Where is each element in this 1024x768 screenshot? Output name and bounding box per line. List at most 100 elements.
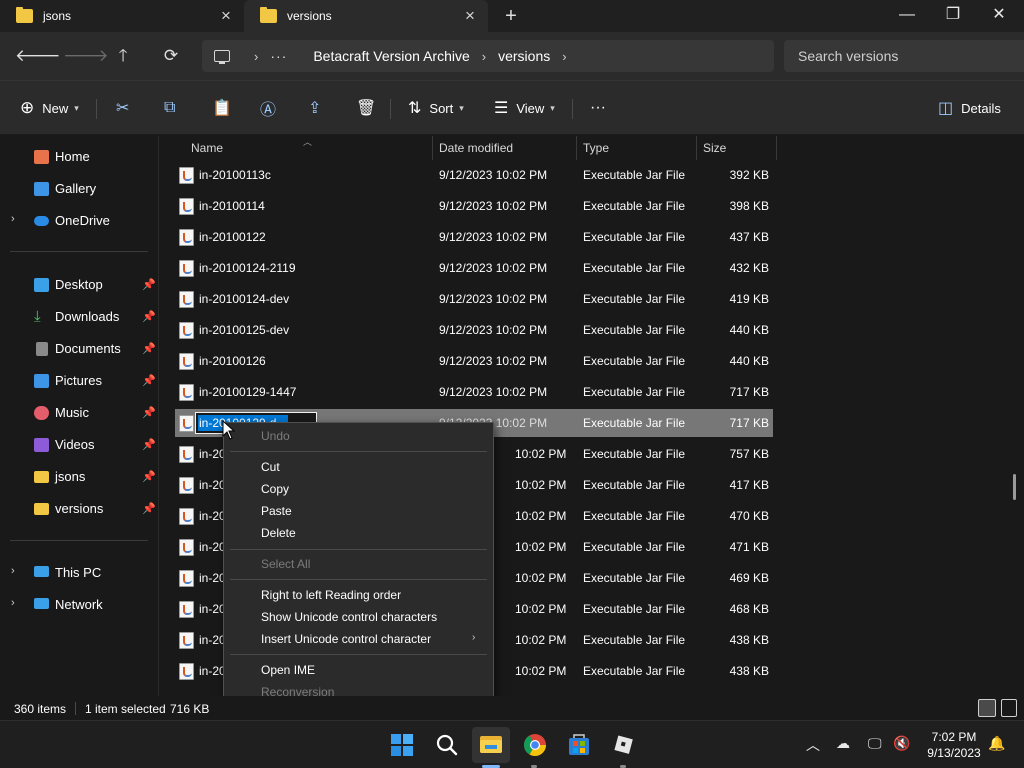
sidebar-item-network[interactable]: › Network <box>0 591 158 619</box>
new-button[interactable]: ⊕ New ▾ <box>20 81 79 135</box>
vertical-scrollbar-thumb[interactable] <box>1013 474 1016 500</box>
forward-button[interactable]: 🡒 <box>63 44 109 68</box>
paste-button[interactable]: 📋 <box>212 81 240 135</box>
cut-button[interactable]: ✂ <box>116 81 137 135</box>
column-header-size[interactable]: Size <box>703 136 726 160</box>
file-row[interactable]: in-20100124-dev 9/12/2023 10:02 PM Execu… <box>175 285 773 313</box>
new-tab-button[interactable]: + <box>500 5 522 27</box>
file-row[interactable]: in-20100129-1447 9/12/2023 10:02 PM Exec… <box>175 378 773 406</box>
onedrive-tray-icon[interactable]: ☁ <box>836 735 850 752</box>
menu-item-show-unicode[interactable]: Show Unicode control characters <box>224 606 493 628</box>
rename-button[interactable]: Ⓐ <box>260 81 284 135</box>
maximize-button[interactable]: ❐ <box>930 0 976 32</box>
file-row[interactable]: in-20100122 9/12/2023 10:02 PM Executabl… <box>175 223 773 251</box>
delete-button[interactable]: 🗑 <box>356 81 384 135</box>
menu-item-rtl-reading-order[interactable]: Right to left Reading order <box>224 584 493 606</box>
roblox-icon[interactable] <box>607 729 639 761</box>
column-header-name[interactable]: Name <box>191 136 223 160</box>
file-name: in-20 <box>199 540 226 554</box>
menu-item-select-all[interactable]: Select All <box>224 553 493 575</box>
sidebar-item-versions[interactable]: versions 📌 <box>0 495 158 523</box>
sidebar-item-this-pc[interactable]: › This PC <box>0 559 158 587</box>
search-icon[interactable] <box>431 729 463 761</box>
selection-count: 1 item selected <box>85 702 166 716</box>
file-row[interactable]: in-20100113c 9/12/2023 10:02 PM Executab… <box>175 161 773 189</box>
sidebar-item-documents[interactable]: Documents 📌 <box>0 335 158 363</box>
file-row[interactable]: in-20100126 9/12/2023 10:02 PM Executabl… <box>175 347 773 375</box>
file-name: in-20 <box>199 478 226 492</box>
menu-item-label: Right to left Reading order <box>261 588 402 602</box>
file-date: 10:02 PM <box>515 447 567 461</box>
microsoft-store-icon[interactable] <box>563 729 595 761</box>
sort-button[interactable]: ⇅ Sort ▾ <box>408 81 464 135</box>
expand-chevron-icon[interactable]: › <box>11 213 15 225</box>
file-size: 717 KB <box>729 385 769 399</box>
sidebar-item-onedrive[interactable]: › OneDrive <box>0 207 158 235</box>
file-explorer-taskbar-button[interactable] <box>472 727 510 763</box>
volume-muted-icon[interactable]: 🔇 <box>893 735 910 752</box>
more-options-button[interactable]: ··· <box>590 81 606 135</box>
close-window-button[interactable]: ✕ <box>976 0 1022 32</box>
menu-item-copy[interactable]: Copy <box>224 478 493 500</box>
search-input[interactable]: Search versions <box>784 40 1024 72</box>
sidebar-item-gallery[interactable]: Gallery <box>0 175 158 203</box>
windows-start-icon[interactable] <box>386 729 418 761</box>
notification-bell-icon[interactable]: 🔔 <box>988 735 1005 752</box>
column-header-date[interactable]: Date modified <box>439 136 513 160</box>
jar-file-icon <box>179 322 194 339</box>
tiles-view-icon[interactable] <box>1001 699 1017 717</box>
address-bar[interactable]: › ··· Betacraft Version Archive › versio… <box>202 40 774 72</box>
file-row[interactable]: in-20100124-2119 9/12/2023 10:02 PM Exec… <box>175 254 773 282</box>
file-row[interactable]: in-20100125-dev 9/12/2023 10:02 PM Execu… <box>175 316 773 344</box>
close-tab-icon[interactable]: × <box>218 7 234 24</box>
tab-versions[interactable]: versions × <box>244 0 488 32</box>
expand-chevron-icon[interactable]: › <box>11 597 15 609</box>
sidebar-item-pictures[interactable]: Pictures 📌 <box>0 367 158 395</box>
jar-file-icon <box>179 446 194 463</box>
copy-button[interactable]: ⧉ <box>164 81 183 135</box>
sidebar-item-home[interactable]: Home <box>0 143 158 171</box>
menu-item-undo[interactable]: Undo <box>224 425 493 447</box>
pin-icon: 📌 <box>142 407 156 419</box>
file-row[interactable]: in-20100114 9/12/2023 10:02 PM Executabl… <box>175 192 773 220</box>
menu-item-cut[interactable]: Cut <box>224 456 493 478</box>
menu-item-open-ime[interactable]: Open IME <box>224 659 493 681</box>
chevron-right-icon[interactable]: › <box>482 49 486 64</box>
tab-jsons[interactable]: jsons × <box>0 0 244 32</box>
sidebar-item-videos[interactable]: Videos 📌 <box>0 431 158 459</box>
details-view-icon[interactable] <box>978 699 996 717</box>
breadcrumb-betacraft[interactable]: Betacraft Version Archive <box>313 48 469 64</box>
chevron-right-icon[interactable]: › <box>254 49 258 64</box>
expand-chevron-icon[interactable]: › <box>11 565 15 577</box>
sort-indicator-icon: ︿ <box>303 137 313 147</box>
menu-item-paste[interactable]: Paste <box>224 500 493 522</box>
breadcrumb-versions[interactable]: versions <box>498 48 550 64</box>
details-button[interactable]: ◫ Details <box>938 81 1001 135</box>
menu-item-insert-unicode[interactable]: Insert Unicode control character › <box>224 628 493 650</box>
sidebar-item-music[interactable]: Music 📌 <box>0 399 158 427</box>
column-header-type[interactable]: Type <box>583 136 609 160</box>
share-button[interactable]: ⇪ <box>308 81 329 135</box>
breadcrumb-more[interactable]: ··· <box>270 48 287 64</box>
file-name: in-20100125-dev <box>199 323 290 337</box>
network-tray-icon[interactable]: 🖵 <box>868 735 882 752</box>
system-clock[interactable]: 7:02 PM 9/13/2023 <box>922 729 986 761</box>
back-button[interactable]: 🡐 <box>15 44 61 68</box>
file-size: 469 KB <box>729 571 769 585</box>
up-button[interactable]: 🡑 <box>111 44 135 68</box>
menu-item-delete[interactable]: Delete <box>224 522 493 544</box>
view-button[interactable]: ☰ View ▾ <box>494 81 555 135</box>
jar-file-icon <box>179 601 194 618</box>
chevron-right-icon[interactable]: › <box>562 49 566 64</box>
minimize-button[interactable]: — <box>884 0 930 32</box>
chrome-icon[interactable] <box>519 729 551 761</box>
sidebar-item-jsons[interactable]: jsons 📌 <box>0 463 158 491</box>
sidebar-item-label: versions <box>55 501 104 516</box>
refresh-button[interactable]: ⟳ <box>159 44 183 68</box>
jar-file-icon <box>179 384 194 401</box>
file-name: in-20 <box>199 664 226 678</box>
sidebar-item-downloads[interactable]: ⤓ Downloads 📌 <box>0 303 158 331</box>
close-tab-icon[interactable]: × <box>462 7 478 24</box>
chevron-up-icon[interactable]: ︿ <box>806 735 820 755</box>
sidebar-item-desktop[interactable]: Desktop 📌 <box>0 271 158 299</box>
